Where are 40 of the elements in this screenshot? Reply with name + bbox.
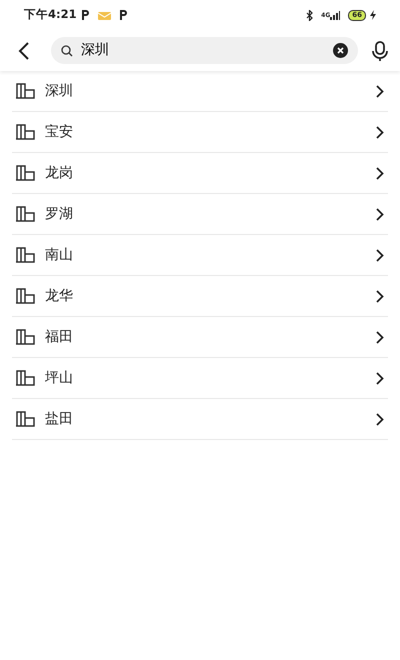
chevron-icon: [376, 412, 384, 426]
result-item[interactable]: 深圳: [12, 71, 388, 112]
parking-icon: [118, 10, 128, 20]
result-item[interactable]: 龙岗: [12, 153, 388, 194]
parking-icon: [80, 10, 90, 20]
result-item[interactable]: 龙华: [12, 276, 388, 317]
building-icon: [16, 124, 35, 140]
building-icon: [16, 288, 35, 304]
building-icon: [16, 411, 35, 427]
status-time: 下午4:21: [24, 6, 77, 24]
chevron-icon: [376, 166, 384, 180]
mail-icon: [98, 10, 111, 20]
chevron-icon: [376, 330, 384, 344]
result-item[interactable]: 福田: [12, 317, 388, 358]
building-icon: [16, 247, 35, 263]
result-item[interactable]: 南山: [12, 235, 388, 276]
result-item[interactable]: 罗湖: [12, 194, 388, 235]
building-icon: [16, 83, 35, 99]
chevron-icon: [376, 290, 384, 302]
signal-icon: [330, 10, 340, 20]
chevron-icon: [376, 372, 384, 384]
building-icon: [16, 329, 35, 345]
result-item[interactable]: 宝安: [12, 112, 388, 153]
search-icon: [61, 44, 73, 56]
charging-icon: [370, 10, 376, 20]
building-icon: [16, 165, 35, 181]
building-icon: [16, 206, 35, 222]
back-icon[interactable]: [18, 42, 29, 60]
search-field[interactable]: 深圳: [51, 37, 358, 64]
result-item[interactable]: 坪山: [12, 358, 388, 399]
search-input[interactable]: 深圳: [73, 40, 333, 61]
chevron-icon: [376, 248, 384, 262]
clear-icon[interactable]: [333, 43, 348, 58]
chevron-icon: [376, 84, 384, 98]
microphone-icon[interactable]: [372, 40, 388, 60]
bluetooth-icon: [306, 10, 314, 20]
result-item[interactable]: 盐田: [12, 399, 388, 440]
chevron-icon: [376, 126, 384, 138]
building-icon: [16, 370, 35, 386]
chevron-icon: [376, 208, 384, 220]
